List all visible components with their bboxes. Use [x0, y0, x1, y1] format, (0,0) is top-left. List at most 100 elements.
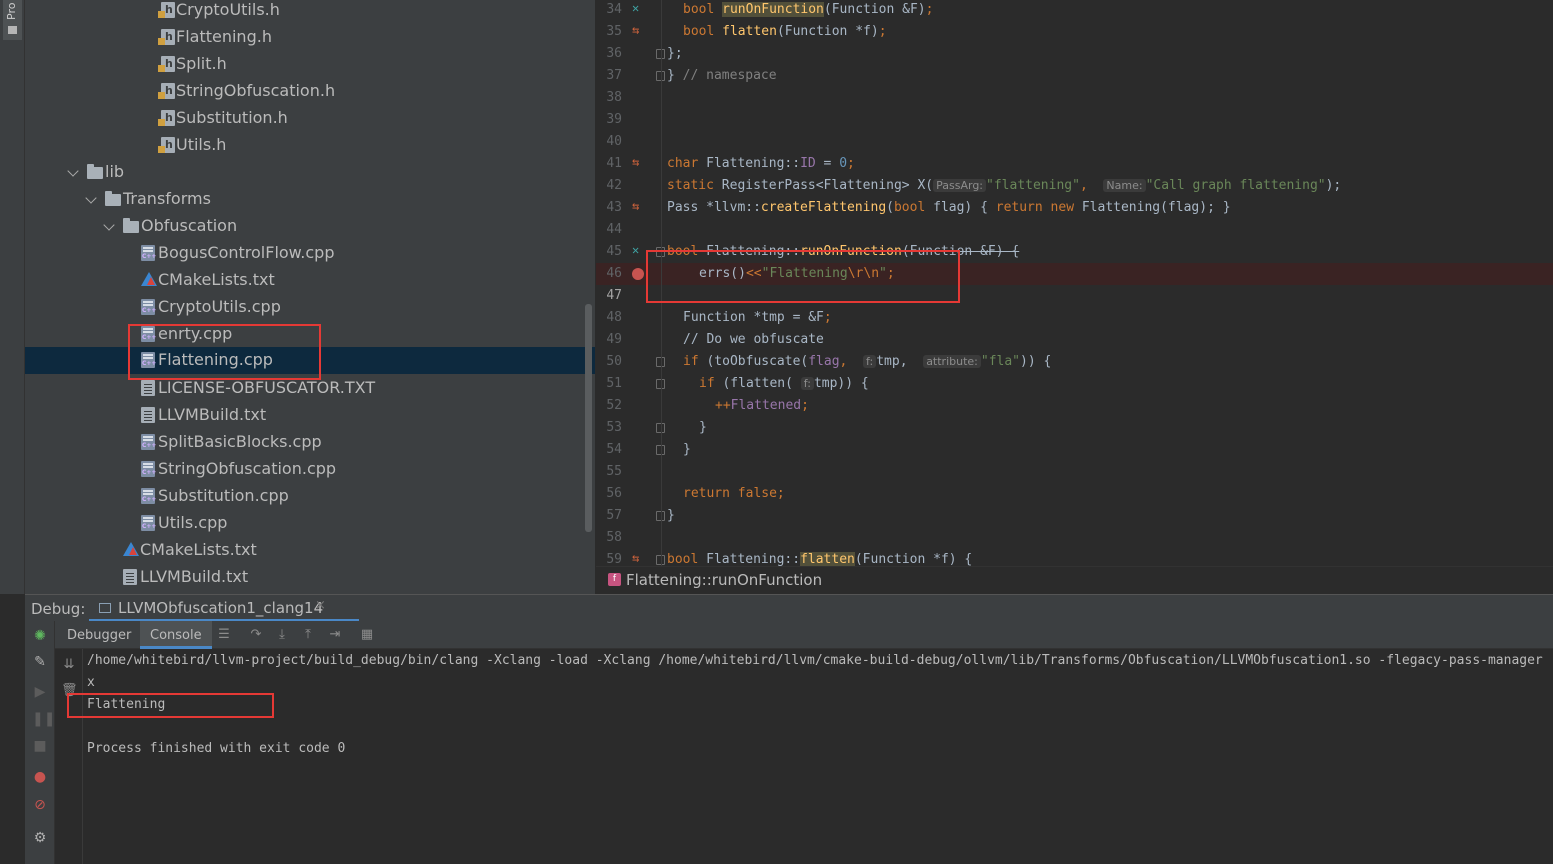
header-file-icon: [158, 29, 175, 45]
code-line: 37 } // namespace: [596, 65, 1553, 87]
mute-breakpoints-icon[interactable]: ⊘: [32, 797, 48, 813]
tab-console[interactable]: Console: [140, 621, 212, 649]
code-line: 40: [596, 131, 1553, 153]
step-over-icon[interactable]: ↷: [249, 628, 263, 642]
stop-icon[interactable]: ■: [32, 738, 48, 754]
step-out-icon[interactable]: ⤒: [301, 628, 315, 642]
implements-icon[interactable]: ✕: [632, 243, 646, 257]
cpp-file-icon: [141, 245, 156, 261]
line-number: 40: [606, 134, 622, 149]
cpp-file-icon: [141, 299, 156, 315]
folder-icon: [8, 26, 17, 34]
code-line: 51 if (flatten( f: tmp)) {: [596, 373, 1553, 395]
override-icon[interactable]: ⇆: [632, 23, 646, 37]
scroll-to-end-icon[interactable]: ⇊: [61, 657, 77, 673]
code-line: 34 ✕ bool runOnFunction(Function &F);: [596, 0, 1553, 21]
pause-icon[interactable]: ❚❚: [32, 711, 55, 727]
tree-item-label: CryptoUtils.cpp: [158, 297, 281, 316]
param-hint: f:: [863, 355, 877, 368]
tree-item-label: Transforms: [123, 189, 211, 208]
editor-breadcrumb[interactable]: f Flattening::runOnFunction: [596, 566, 1553, 594]
override-icon[interactable]: ⇆: [632, 199, 646, 213]
step-into-icon[interactable]: ⤓: [275, 628, 289, 642]
tree-item[interactable]: Split.h: [25, 51, 595, 78]
tree-item-label: CMakeLists.txt: [158, 270, 275, 289]
console-line: /home/whitebird/llvm-project/build_debug…: [87, 653, 1543, 668]
tree-item[interactable]: Substitution.cpp: [25, 483, 595, 510]
tree-item[interactable]: LLVMBuild.txt: [25, 402, 595, 429]
override-icon[interactable]: ⇆: [632, 155, 646, 169]
console-output[interactable]: /home/whitebird/llvm-project/build_debug…: [83, 649, 1553, 864]
tree-item[interactable]: CMakeLists.txt: [25, 537, 595, 564]
chevron-down-icon[interactable]: [67, 165, 79, 177]
tree-item-label: Substitution.h: [176, 108, 288, 127]
cpp-file-icon: [141, 515, 156, 531]
line-number: 48: [606, 310, 622, 325]
breakpoint-icon[interactable]: [632, 268, 644, 280]
chevron-down-icon[interactable]: [85, 192, 97, 204]
chevron-down-icon[interactable]: [103, 219, 115, 231]
code-line: 41 ⇆ char Flattening::ID = 0;: [596, 153, 1553, 175]
line-number: 38: [606, 90, 622, 105]
tree-scrollbar[interactable]: [585, 304, 592, 532]
menu-icon[interactable]: ☰: [217, 628, 231, 642]
evaluate-icon[interactable]: ▦: [360, 628, 374, 642]
line-number: 43: [606, 200, 622, 215]
line-number: 54: [606, 442, 622, 457]
line-number: 39: [606, 112, 622, 127]
debug-session-tab[interactable]: LLVMObfuscation1_clang14 ×: [89, 595, 359, 622]
project-tool-tab[interactable]: Pro: [3, 0, 22, 40]
code-line: 52 ++Flattened;: [596, 395, 1553, 417]
tree-item[interactable]: StringObfuscation.h: [25, 78, 595, 105]
line-number: 34: [606, 2, 622, 17]
tree-item[interactable]: BogusControlFlow.cpp: [25, 240, 595, 267]
line-number: 50: [606, 354, 622, 369]
code-line: 59 ⇆ bool Flattening::flatten(Function *…: [596, 549, 1553, 566]
tree-folder-obfuscation[interactable]: Obfuscation: [25, 213, 595, 240]
tree-item[interactable]: CryptoUtils.h: [25, 0, 595, 24]
annotation-box-code: [646, 250, 960, 303]
override-icon[interactable]: ⇆: [632, 551, 646, 565]
tree-item[interactable]: LLVMBuild.txt: [25, 564, 595, 591]
tree-item[interactable]: CMakeLists.txt: [25, 267, 595, 294]
left-tool-strip: Pro: [0, 0, 25, 594]
line-number: 44: [606, 222, 622, 237]
code-line: 35 ⇆ bool flatten(Function *f);: [596, 21, 1553, 43]
tree-item[interactable]: CryptoUtils.cpp: [25, 294, 595, 321]
tree-item[interactable]: SplitBasicBlocks.cpp: [25, 429, 595, 456]
line-number: 59: [606, 552, 622, 566]
bug-icon[interactable]: ✺: [32, 628, 48, 644]
code-line: 43 ⇆ Pass *llvm::createFlattening(bool f…: [596, 197, 1553, 219]
tab-debugger[interactable]: Debugger: [67, 628, 131, 643]
code-line: 42 static RegisterPass<Flattening> X(Pas…: [596, 175, 1553, 197]
tree-folder-lib[interactable]: lib: [25, 159, 595, 186]
line-number: 36: [606, 46, 622, 61]
breadcrumb-function[interactable]: Flattening::runOnFunction: [626, 571, 822, 589]
code-line: 49 // Do we obfuscate: [596, 329, 1553, 351]
run-to-cursor-icon[interactable]: ⇥: [328, 628, 342, 642]
tree-item-label: LLVMBuild.txt: [140, 567, 249, 586]
tree-folder-transforms[interactable]: Transforms: [25, 186, 595, 213]
header-file-icon: [158, 56, 175, 72]
implements-icon[interactable]: ✕: [632, 1, 646, 15]
tree-item[interactable]: StringObfuscation.cpp: [25, 456, 595, 483]
gear-icon[interactable]: ⚙: [32, 830, 48, 846]
wrench-icon[interactable]: ✎: [32, 654, 48, 670]
cpp-file-icon: [141, 434, 156, 450]
tree-item[interactable]: Utils.cpp: [25, 510, 595, 537]
resume-icon[interactable]: ▶: [32, 684, 48, 700]
view-breakpoints-icon[interactable]: ●: [32, 769, 48, 785]
code-line: 56 return false;: [596, 483, 1553, 505]
debug-panel-header: Debug: LLVMObfuscation1_clang14 ×: [25, 594, 1553, 622]
close-icon[interactable]: ×: [315, 598, 326, 613]
tree-item[interactable]: Flattening.h: [25, 24, 595, 51]
header-file-icon: [158, 83, 175, 99]
code-line: 48 Function *tmp = &F;: [596, 307, 1553, 329]
tree-item-label: CryptoUtils.h: [176, 0, 280, 19]
folder-icon: [87, 164, 103, 179]
tree-item[interactable]: Substitution.h: [25, 105, 595, 132]
tree-item[interactable]: Utils.h: [25, 132, 595, 159]
debug-label: Debug:: [31, 600, 86, 618]
line-number: 52: [606, 398, 622, 413]
code-line: 44: [596, 219, 1553, 241]
